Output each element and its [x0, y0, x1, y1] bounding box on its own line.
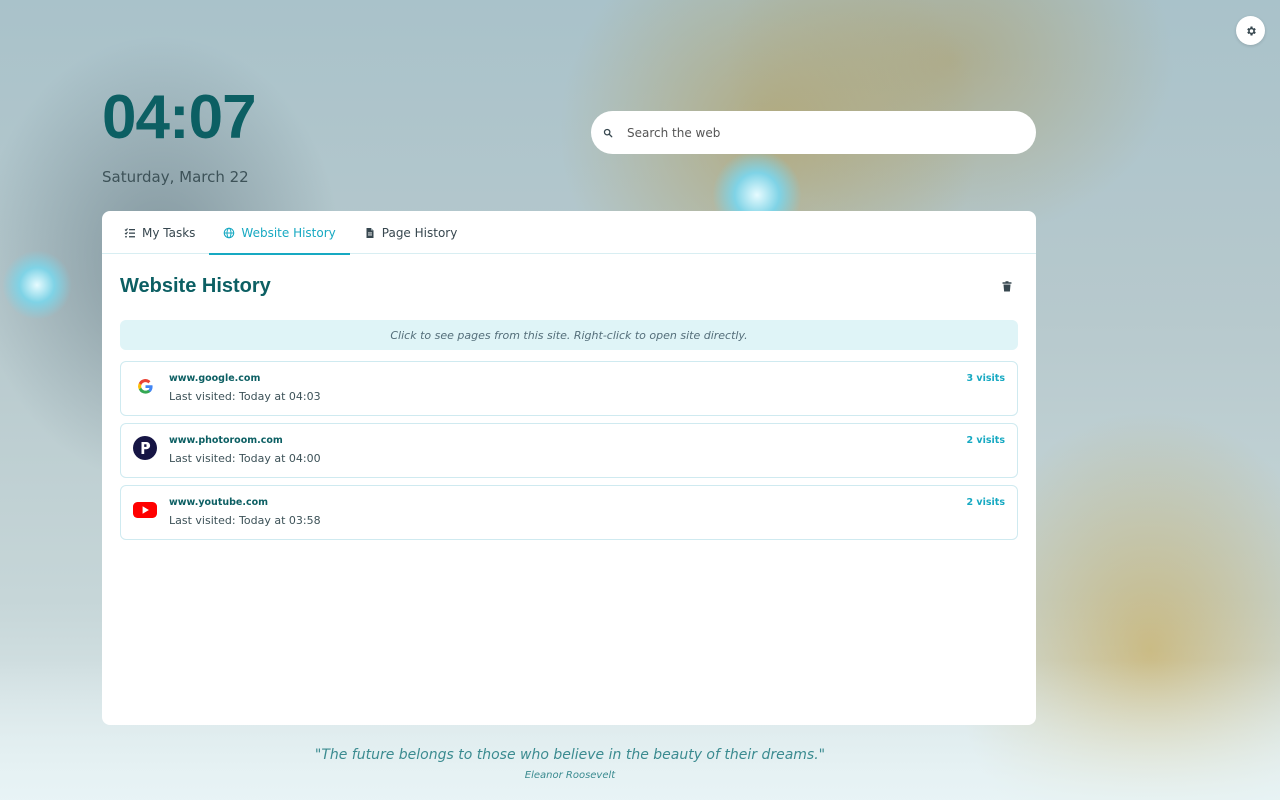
history-item[interactable]: www.photoroom.com Last visited: Today at… — [120, 423, 1018, 478]
site-last-visited: Last visited: Today at 04:00 — [169, 452, 321, 465]
visit-count: 2 visits — [966, 435, 1005, 446]
site-last-visited: Last visited: Today at 04:03 — [169, 390, 321, 403]
main-panel: My Tasks Website History Page History We… — [102, 211, 1036, 725]
section-title: Website History — [120, 274, 271, 297]
clock-time: 04:07 — [102, 83, 257, 152]
gear-icon — [1246, 26, 1256, 35]
visit-count: 3 visits — [966, 373, 1005, 384]
search-input[interactable] — [627, 125, 1007, 140]
site-last-visited: Last visited: Today at 03:58 — [169, 514, 321, 527]
tab-label: Website History — [241, 225, 336, 240]
history-content: Website History Click to see pages from … — [102, 254, 1036, 540]
history-item[interactable]: www.youtube.com Last visited: Today at 0… — [120, 485, 1018, 540]
history-hint: Click to see pages from this site. Right… — [120, 320, 1018, 350]
tab-label: Page History — [381, 225, 458, 240]
file-icon — [366, 227, 374, 238]
settings-button[interactable] — [1236, 16, 1265, 45]
site-domain: www.youtube.com — [169, 497, 269, 508]
quote-text: "The future belongs to those who believe… — [314, 747, 826, 763]
site-domain: www.google.com — [169, 373, 261, 384]
photoroom-icon — [133, 436, 157, 460]
youtube-icon — [133, 498, 157, 522]
tab-label: My Tasks — [142, 225, 196, 240]
tab-my-tasks[interactable]: My Tasks — [110, 211, 209, 254]
site-domain: www.photoroom.com — [169, 435, 283, 446]
visit-count: 2 visits — [966, 497, 1005, 508]
clock-date: Saturday, March 22 — [102, 168, 249, 186]
tab-website-history[interactable]: Website History — [209, 211, 351, 255]
tab-page-history[interactable]: Page History — [350, 211, 472, 254]
search-bar[interactable] — [591, 111, 1036, 154]
history-item[interactable]: www.google.com Last visited: Today at 04… — [120, 361, 1018, 416]
trash-icon — [1002, 280, 1012, 291]
globe-icon — [224, 227, 235, 238]
search-icon — [603, 128, 613, 137]
quote-author: Eleanor Roosevelt — [524, 770, 616, 781]
tab-bar: My Tasks Website History Page History — [102, 211, 1036, 255]
google-icon — [133, 374, 157, 398]
clear-history-button[interactable] — [998, 277, 1016, 295]
list-check-icon — [124, 227, 135, 238]
